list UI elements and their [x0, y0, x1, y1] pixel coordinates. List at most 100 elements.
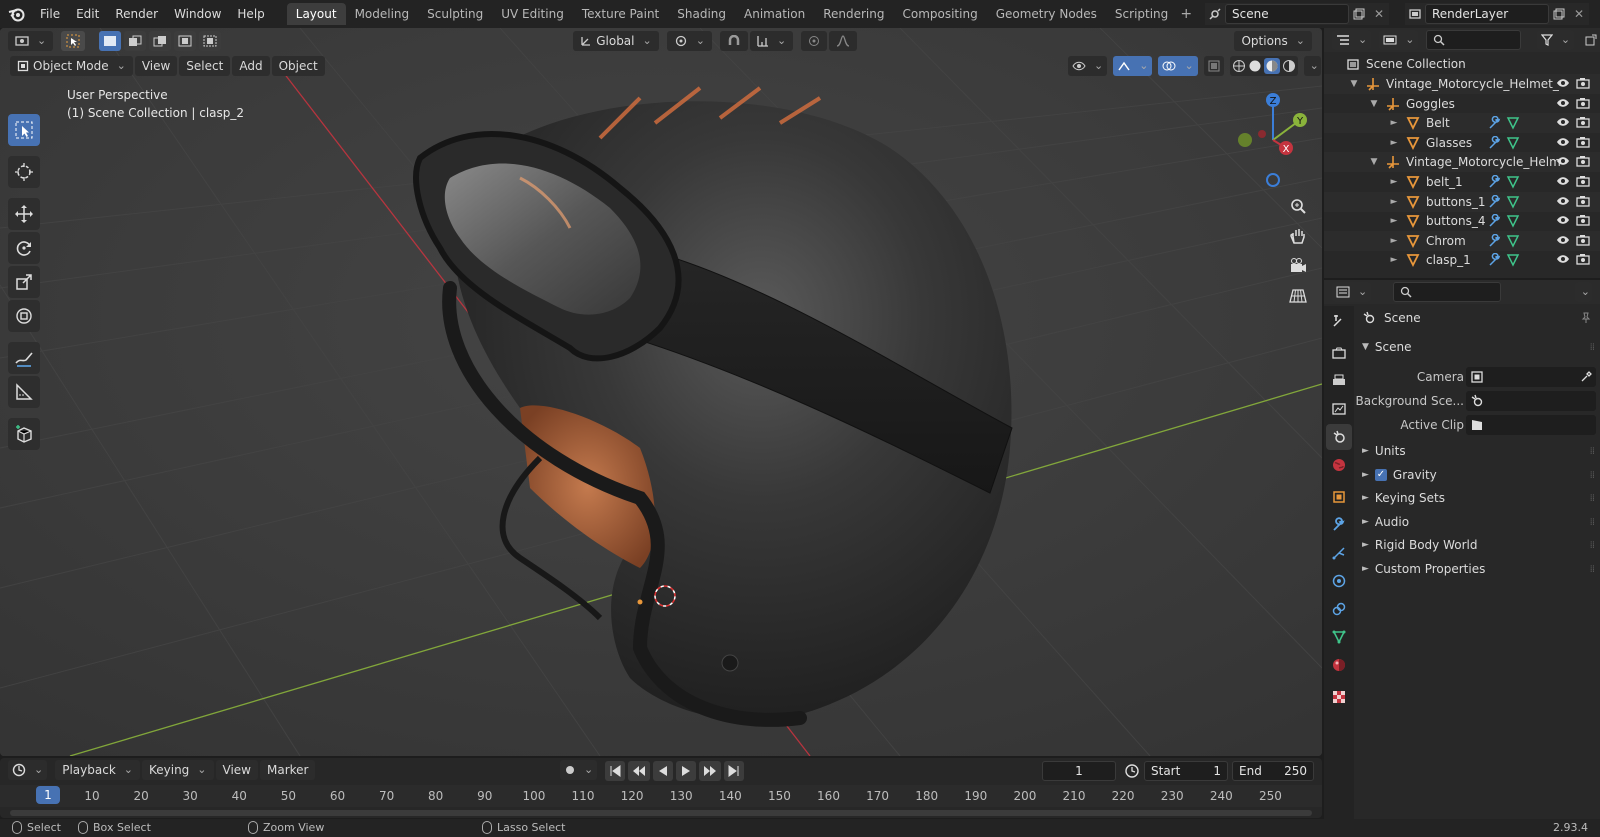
drag-grip-icon[interactable]: ⁞⁞ — [1590, 342, 1595, 353]
outliner-item[interactable]: ► Chrom — [1324, 230, 1600, 251]
proportional-edit-toggle[interactable] — [801, 31, 828, 51]
disclosure-closed-icon[interactable]: ► — [1388, 118, 1400, 128]
disclosure-open-icon[interactable]: ▼ — [1368, 99, 1380, 109]
render-camera-icon[interactable] — [1576, 77, 1590, 92]
rendered-shading-icon[interactable] — [1282, 59, 1296, 73]
play-reverse-icon[interactable] — [653, 761, 673, 781]
extend-selection-icon[interactable] — [124, 31, 147, 51]
panel-header[interactable]: ► ✓ Gravity — [1362, 468, 1437, 482]
render-camera-icon[interactable] — [1576, 234, 1590, 249]
drag-grip-icon[interactable]: ⁞⁞ — [1590, 493, 1595, 504]
menu-render[interactable]: Render — [107, 3, 166, 25]
eyedropper-icon[interactable] — [1580, 371, 1592, 383]
render-camera-icon[interactable] — [1576, 195, 1590, 210]
timeline-editor-type[interactable] — [8, 760, 48, 780]
eye-icon[interactable] — [1556, 253, 1570, 268]
view-layer-tab[interactable] — [1326, 396, 1352, 422]
camera-field[interactable] — [1466, 367, 1596, 387]
transform-tool[interactable] — [8, 300, 40, 332]
jump-end-icon[interactable] — [724, 761, 744, 781]
rotate-tool[interactable] — [8, 232, 40, 264]
menu-help[interactable]: Help — [229, 3, 272, 25]
outliner-item[interactable]: ► buttons_1 — [1324, 191, 1600, 212]
render-camera-icon[interactable] — [1576, 253, 1590, 268]
modifier-tab[interactable] — [1326, 512, 1352, 538]
eye-icon[interactable] — [1556, 234, 1570, 249]
render-camera-icon[interactable] — [1576, 97, 1590, 112]
scale-tool[interactable] — [8, 266, 40, 298]
display-mode-dropdown[interactable] — [1379, 30, 1419, 50]
transform-orientation-dropdown[interactable]: Global — [573, 31, 659, 51]
menu-file[interactable]: File — [32, 3, 68, 25]
properties-search-input[interactable] — [1393, 282, 1502, 302]
camera-view-button[interactable] — [1285, 253, 1311, 279]
render-camera-icon[interactable] — [1576, 214, 1590, 229]
gizmo-toggle[interactable] — [1113, 56, 1153, 76]
render-camera-icon[interactable] — [1576, 136, 1590, 151]
data-tab[interactable] — [1326, 624, 1352, 650]
disclosure-closed-icon[interactable]: ► — [1388, 197, 1400, 207]
eye-icon[interactable] — [1556, 155, 1570, 170]
tab-uv-editing[interactable]: UV Editing — [492, 3, 573, 25]
physics-tab[interactable] — [1326, 568, 1352, 594]
subtract-selection-icon[interactable] — [149, 31, 172, 51]
zoom-button[interactable] — [1285, 193, 1311, 219]
disclosure-closed-icon[interactable]: ► — [1388, 216, 1400, 226]
drag-grip-icon[interactable]: ⁞⁞ — [1590, 470, 1595, 481]
marker-menu[interactable]: Marker — [260, 760, 316, 780]
current-frame-field[interactable]: 1 — [1042, 761, 1116, 781]
tab-modeling[interactable]: Modeling — [346, 3, 419, 25]
filter-dropdown[interactable] — [1536, 30, 1575, 50]
measure-tool[interactable] — [8, 376, 40, 408]
keying-menu[interactable]: Keying — [141, 760, 214, 780]
remove-scene-icon[interactable]: ✕ — [1369, 4, 1389, 24]
background-scene-field[interactable] — [1466, 391, 1596, 411]
tab-layout[interactable]: Layout — [286, 3, 346, 25]
timeline-view-menu[interactable]: View — [215, 760, 258, 780]
tab-texture-paint[interactable]: Texture Paint — [573, 3, 668, 25]
editor-type-button[interactable] — [8, 31, 54, 51]
xray-toggle[interactable] — [1203, 56, 1224, 76]
gravity-checkbox[interactable]: ✓ — [1374, 468, 1387, 481]
jump-keyframe-back-icon[interactable] — [628, 761, 650, 781]
perspective-toggle-button[interactable] — [1285, 283, 1311, 309]
view-layer-name-field[interactable]: RenderLayer — [1425, 4, 1549, 24]
outliner-item[interactable]: ► buttons_4 — [1324, 211, 1600, 231]
outliner-item[interactable]: ▼ Vintage_Motorcycle_Helmet_ — [1324, 74, 1600, 94]
texture-tab[interactable] — [1326, 684, 1352, 710]
pivot-point-dropdown[interactable] — [666, 31, 712, 51]
preview-range-icon[interactable] — [1124, 763, 1140, 782]
render-camera-icon[interactable] — [1576, 116, 1590, 131]
play-icon[interactable] — [676, 761, 696, 781]
output-tab[interactable] — [1326, 368, 1352, 394]
tab-geometry-nodes[interactable]: Geometry Nodes — [987, 3, 1106, 25]
render-camera-icon[interactable] — [1576, 155, 1590, 170]
auto-keying-toggle[interactable] — [560, 760, 598, 780]
snap-toggle[interactable] — [719, 31, 748, 51]
viewport-menu-view[interactable]: View — [134, 56, 178, 76]
solid-shading-icon[interactable] — [1248, 59, 1262, 73]
new-collection-icon[interactable] — [1582, 30, 1600, 50]
disclosure-closed-icon[interactable]: ► — [1388, 236, 1400, 246]
eye-icon[interactable] — [1556, 77, 1570, 92]
scene-tab[interactable] — [1326, 424, 1352, 450]
visibility-dropdown[interactable] — [1068, 56, 1108, 76]
tab-rendering[interactable]: Rendering — [814, 3, 893, 25]
add-cube-tool[interactable] — [8, 418, 40, 450]
world-tab[interactable] — [1326, 452, 1352, 478]
eye-icon[interactable] — [1556, 214, 1570, 229]
eye-icon[interactable] — [1556, 195, 1570, 210]
viewport-menu-add[interactable]: Add — [232, 56, 270, 76]
view-layer-icon[interactable] — [1405, 4, 1425, 24]
menu-edit[interactable]: Edit — [68, 3, 107, 25]
disclosure-open-icon[interactable]: ▼ — [1368, 157, 1380, 167]
jump-start-icon[interactable] — [605, 761, 625, 781]
panel-header[interactable]: ► Rigid Body World — [1362, 538, 1477, 552]
copy-scene-icon[interactable] — [1349, 4, 1369, 24]
3d-viewport[interactable]: Global Options O — [0, 28, 1322, 756]
annotate-tool[interactable] — [8, 342, 40, 374]
particles-tab[interactable] — [1326, 540, 1352, 566]
modifier-and-data-icons[interactable] — [1488, 214, 1520, 228]
jump-keyframe-forward-icon[interactable] — [699, 761, 721, 781]
current-frame-indicator[interactable]: 1 — [36, 786, 60, 804]
